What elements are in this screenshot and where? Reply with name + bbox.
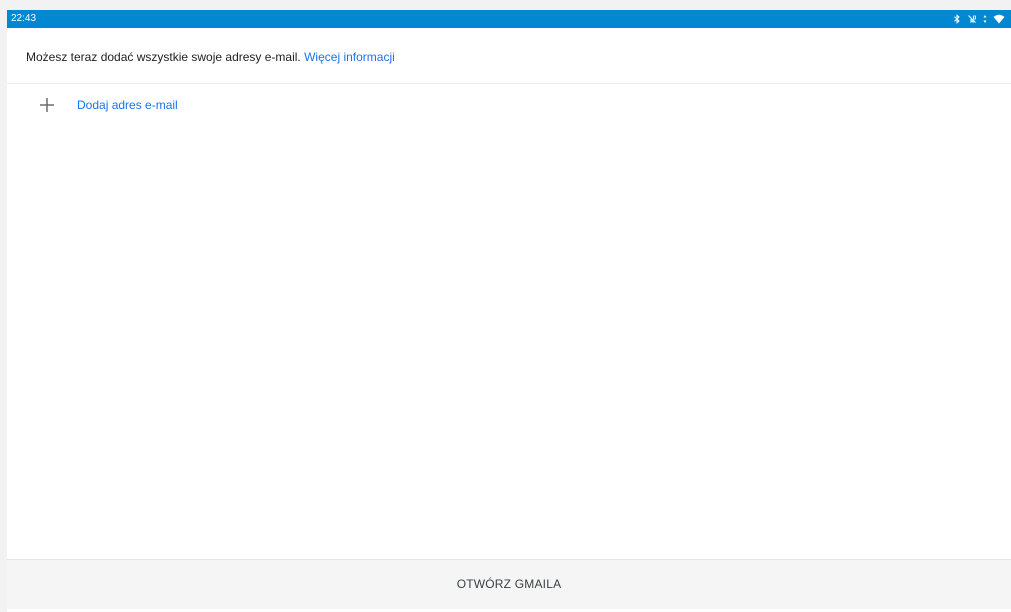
info-row: Możesz teraz dodać wszystkie swoje adres… bbox=[7, 28, 1011, 84]
wifi-icon bbox=[993, 14, 1005, 24]
info-message: Możesz teraz dodać wszystkie swoje adres… bbox=[26, 50, 395, 64]
network-icon bbox=[983, 14, 987, 24]
mute-icon bbox=[967, 14, 977, 24]
info-text: Możesz teraz dodać wszystkie swoje adres… bbox=[26, 50, 305, 64]
status-icons bbox=[953, 10, 1005, 28]
status-bar: 22:43 bbox=[7, 10, 1011, 28]
add-email-label[interactable]: Dodaj adres e-mail bbox=[77, 98, 178, 112]
add-email-row[interactable]: Dodaj adres e-mail bbox=[7, 85, 1011, 121]
more-info-link[interactable]: Więcej informacji bbox=[304, 50, 395, 64]
bottom-bar: OTWÓRZ GMAILA bbox=[7, 559, 1011, 609]
open-gmail-button[interactable]: OTWÓRZ GMAILA bbox=[7, 560, 1011, 609]
status-time: 22:43 bbox=[11, 13, 37, 24]
screen: 22:43 Możesz teraz dodać wszystkie swoje… bbox=[7, 10, 1011, 612]
bluetooth-icon bbox=[953, 14, 961, 24]
plus-icon bbox=[40, 98, 54, 112]
